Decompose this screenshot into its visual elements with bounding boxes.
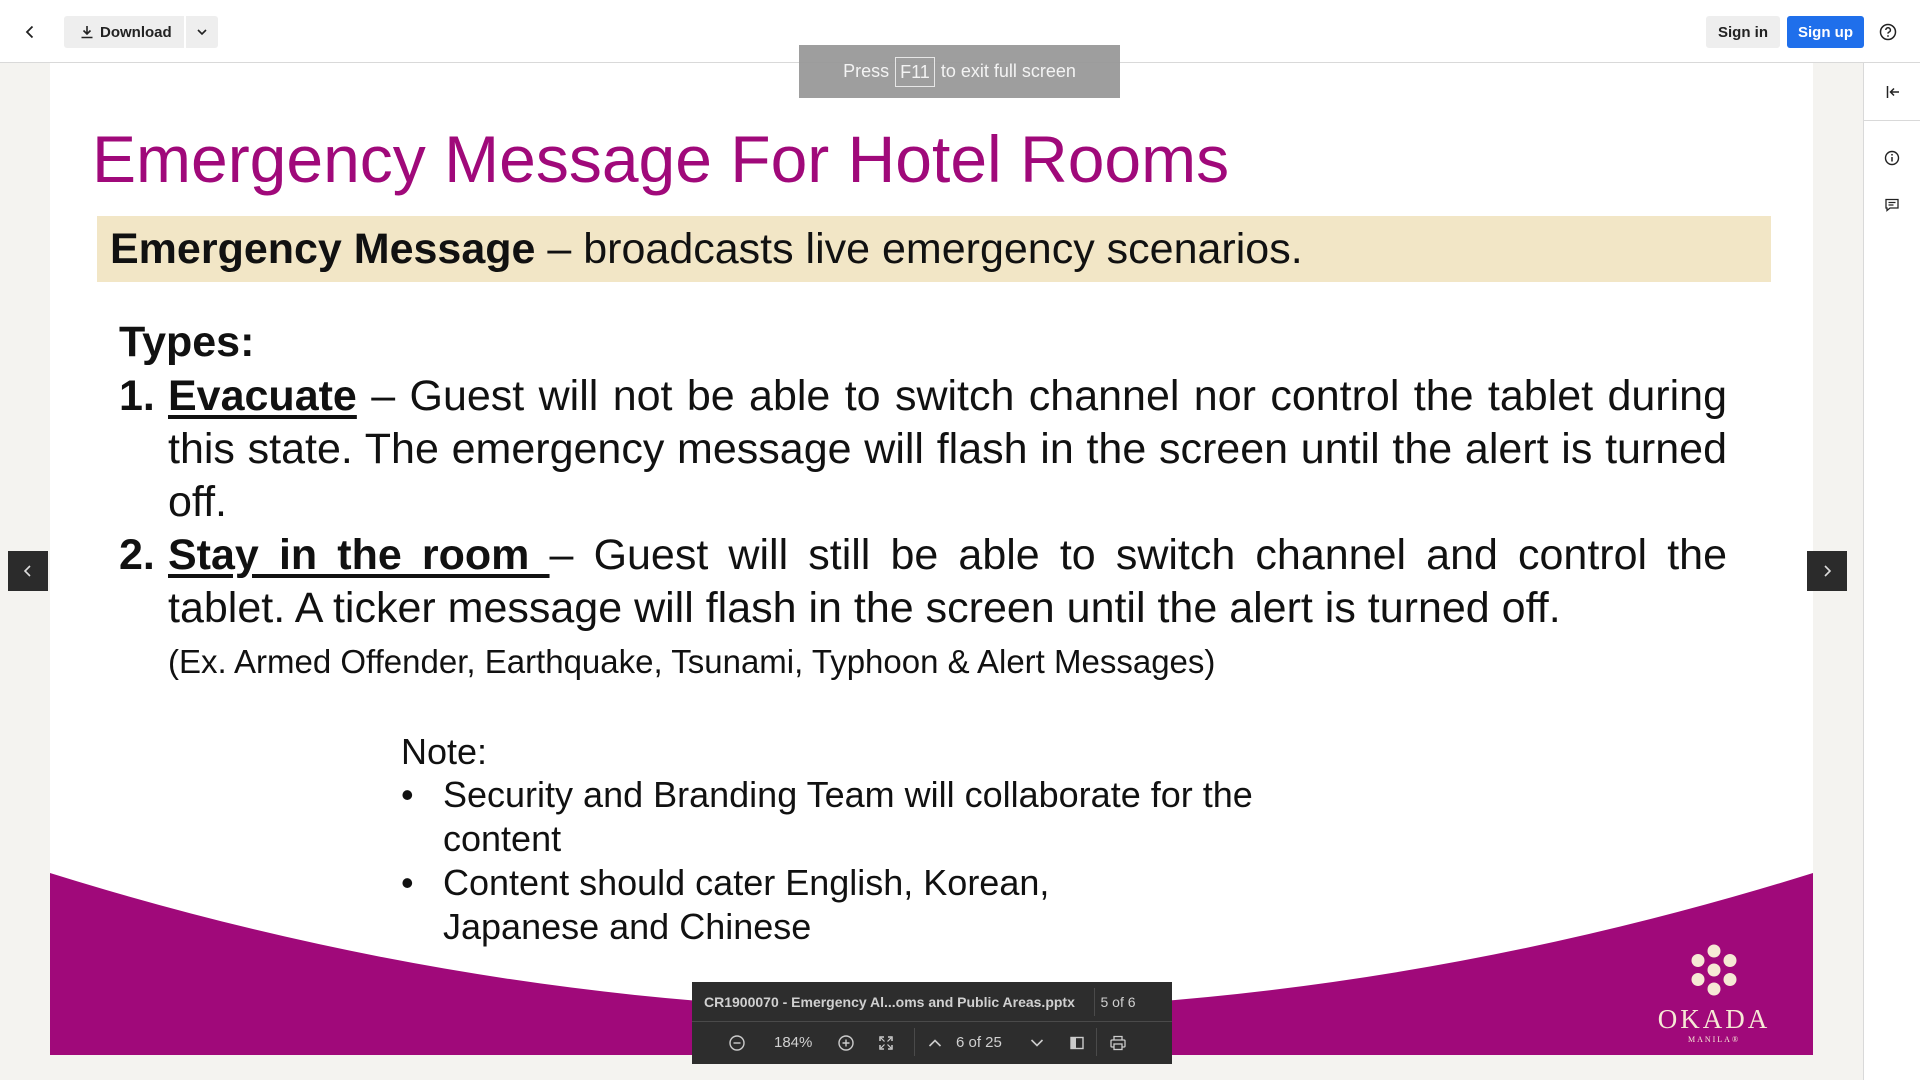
zoom-out-button[interactable] <box>725 1031 749 1055</box>
help-icon <box>1879 23 1897 41</box>
item-term: Stay in the room <box>168 531 550 579</box>
divider <box>914 1028 915 1056</box>
note-item: • Security and Branding Team will collab… <box>401 773 1301 861</box>
examples-text: (Ex. Armed Offender, Earthquake, Tsunami… <box>168 643 1216 680</box>
next-page-button[interactable] <box>1025 1031 1049 1055</box>
banner-text: – broadcasts live emergency scenarios. <box>535 224 1303 273</box>
banner-term: Emergency Message <box>110 224 536 273</box>
download-button[interactable]: Download <box>64 16 184 48</box>
note-text: Security and Branding Team will collabor… <box>443 774 1253 859</box>
viewer-controls-row: 184% 6 of 25 <box>692 1022 1172 1064</box>
chevron-right-icon <box>1824 565 1832 577</box>
viewer-toolbar: CR1900070 - Emergency Al...oms and Publi… <box>692 982 1172 1064</box>
sign-in-button[interactable]: Sign in <box>1706 16 1780 48</box>
file-position: 5 of 6 <box>1100 994 1136 1010</box>
list-item: 1. Evacuate – Guest will not be able to … <box>119 370 1727 530</box>
zoom-out-icon <box>729 1035 745 1051</box>
chevron-left-icon <box>25 25 34 39</box>
toast-suffix: to exit full screen <box>940 61 1076 81</box>
note-heading: Note: <box>401 731 488 772</box>
item-number: 1. <box>119 372 155 420</box>
chevron-left-icon <box>23 565 31 577</box>
toast-key: F11 <box>895 56 935 87</box>
slide-title: Emergency Message For Hotel Rooms <box>92 122 1230 196</box>
item-term: Evacuate <box>168 372 357 420</box>
zoom-level: 184% <box>774 1034 813 1051</box>
item-number: 2. <box>119 531 155 579</box>
toast-prefix: Press <box>843 61 890 81</box>
sidebar-panel-icon <box>1070 1036 1084 1050</box>
item-body: Evacuate – Guest will not be able to swi… <box>168 370 1727 529</box>
bullet: • <box>401 862 414 903</box>
file-name: CR1900070 - Emergency Al...oms and Publi… <box>704 994 1075 1010</box>
note-list: • Security and Branding Team will collab… <box>401 773 1301 949</box>
comments-button[interactable] <box>1880 193 1904 217</box>
right-sidebar <box>1863 63 1920 1080</box>
chevron-down-icon <box>197 29 207 36</box>
fullscreen-toast: Press F11 to exit full screen <box>799 45 1120 98</box>
print-button[interactable] <box>1106 1031 1130 1055</box>
note-text: Content should cater English, Korean, Ja… <box>443 862 1050 947</box>
logo-wordmark: OKADA <box>1657 1004 1771 1034</box>
comment-icon <box>1885 198 1899 212</box>
page-position: 6 of 25 <box>956 1034 1002 1051</box>
chevron-up-icon <box>928 1039 942 1047</box>
chevron-down-icon <box>1030 1039 1044 1047</box>
viewer-file-row: CR1900070 - Emergency Al...oms and Publi… <box>692 982 1172 1022</box>
zoom-in-button[interactable] <box>834 1031 858 1055</box>
back-button[interactable] <box>14 16 46 48</box>
collapse-sidebar-button[interactable] <box>1864 63 1920 121</box>
list-item: 2. Stay in the room – Guest will still b… <box>119 529 1727 635</box>
fit-to-screen-button[interactable] <box>874 1031 898 1055</box>
logo-subtitle: MANILA® <box>1687 1035 1741 1044</box>
bullet: • <box>401 774 414 815</box>
slide-canvas: Emergency Message For Hotel Rooms Emerge… <box>50 63 1813 1055</box>
next-file-button[interactable] <box>1807 551 1847 591</box>
previous-file-button[interactable] <box>8 551 48 591</box>
print-icon <box>1110 1035 1126 1051</box>
download-options-button[interactable] <box>185 16 218 48</box>
item-body: Stay in the room – Guest will still be a… <box>168 529 1727 635</box>
zoom-in-icon <box>838 1035 854 1051</box>
download-label: Download <box>100 23 172 41</box>
toggle-sidebar-button[interactable] <box>1065 1031 1089 1055</box>
divider <box>1096 1028 1097 1056</box>
types-heading: Types: <box>119 318 255 366</box>
fit-screen-icon <box>879 1036 893 1050</box>
flower-logo-icon <box>1691 944 1737 996</box>
okada-logo: OKADA MANILA® <box>1654 943 1774 1044</box>
info-icon <box>1884 150 1900 166</box>
collapse-left-icon <box>1886 85 1899 98</box>
download-icon <box>81 26 93 39</box>
help-button[interactable] <box>1876 20 1900 44</box>
item-text: – Guest will not be able to switch chann… <box>168 372 1727 526</box>
previous-page-button[interactable] <box>923 1031 947 1055</box>
download-group: Download <box>64 16 218 48</box>
note-item: • Content should cater English, Korean, … <box>401 861 1163 949</box>
info-button[interactable] <box>1880 146 1904 170</box>
summary-banner: Emergency Message – broadcasts live emer… <box>97 216 1771 282</box>
sign-up-button[interactable]: Sign up <box>1787 16 1864 48</box>
